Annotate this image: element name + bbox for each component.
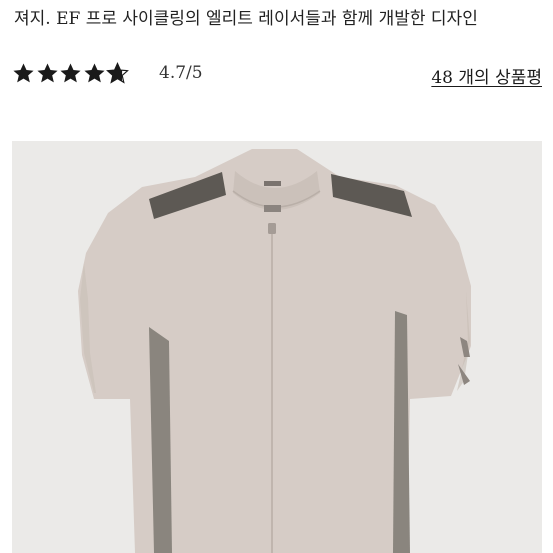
star-half-icon [106,62,129,84]
star-icon [60,63,81,83]
rating-row: 4.7/5 48 개의 상품평 [12,60,542,92]
star-rating [12,62,130,85]
product-subtitle: 져지. EF 프로 사이클링의 엘리트 레이서들과 함께 개발한 디자인 [14,9,478,29]
rating-value: 4.7/5 [159,63,203,83]
star-icon [36,63,58,83]
jersey-image [78,149,471,553]
star-icon [13,63,34,83]
star-icon [83,63,105,83]
reviews-link[interactable]: 48 개의 상품평 [431,63,542,88]
product-image[interactable] [12,141,542,553]
